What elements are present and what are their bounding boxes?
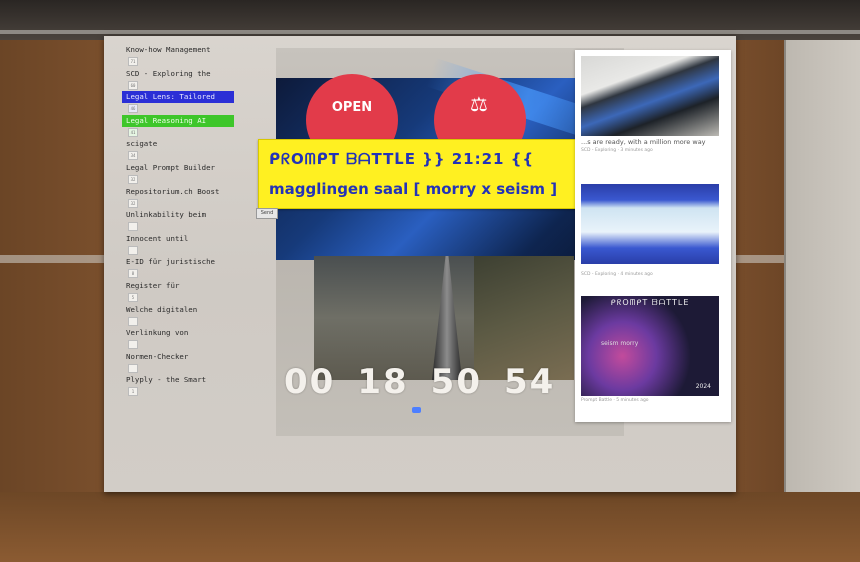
sidebar-item-count: 5 xyxy=(128,292,138,302)
sidebar-item[interactable]: Repositorium.ch Boost 32 xyxy=(122,186,234,210)
poster-names: seism morry xyxy=(601,340,639,347)
projector-screen: OPEN ⚖ 00 18 50 54 Know-how Management 71 SC… xyxy=(104,36,736,492)
chat-message-box: ᑭᖇOᗰᑭT ᗷᗩTTᒪE }} 21:21 {{ magglingen saa… xyxy=(258,139,616,209)
sidebar-item-selected-green[interactable]: Legal Reasoning AI 41 xyxy=(122,114,234,139)
sidebar-item-label: Legal Lens: Tailored xyxy=(122,91,234,104)
sidebar-item[interactable]: Legal Prompt Builder 32 xyxy=(122,162,234,186)
sidebar-item-label: SCD - Exploring the xyxy=(126,68,211,78)
feed-card[interactable]: ...s are ready, with a million more way … xyxy=(581,56,719,153)
ceiling xyxy=(0,0,860,40)
sidebar-item[interactable]: Verlinkung von xyxy=(122,327,234,351)
timer-seconds: 54 xyxy=(503,362,556,402)
scale-icon: ⚖ xyxy=(470,92,488,116)
feed-card-text: ...s are ready, with a million more way xyxy=(581,138,706,146)
sidebar-item-count xyxy=(128,363,138,373)
sidebar-item[interactable]: Know-how Management 71 xyxy=(122,44,234,68)
sidebar-item-label: Innocent until xyxy=(126,233,189,243)
project-sidebar: Know-how Management 71 SCD - Exploring th… xyxy=(122,44,234,398)
sidebar-item[interactable]: Unlinkability beim xyxy=(122,209,234,233)
sidebar-item-count: 41 xyxy=(128,127,138,137)
feed-card[interactable]: ᑭᖇOᗰᑭT ᗷᗩTTᒪE seism morry 2024 Prompt Ba… xyxy=(581,296,719,403)
sidebar-item[interactable]: Register für 5 xyxy=(122,280,234,304)
prompt-battle-poster: ᑭᖇOᗰᑭT ᗷᗩTTᒪE seism morry 2024 xyxy=(581,296,719,396)
timer-minutes: 50 xyxy=(430,362,482,402)
feed-card-meta: Prompt Battle · 5 minutes ago xyxy=(581,398,649,403)
feed-card[interactable]: SCD - Exploring · 4 minutes ago xyxy=(581,184,719,277)
poster-title: ᑭᖇOᗰᑭT ᗷᗩTTᒪE xyxy=(610,298,690,307)
activity-feed: ...s are ready, with a million more way … xyxy=(575,50,731,422)
sidebar-item-label: E-ID für juristische xyxy=(126,257,215,267)
timer-days: 00 xyxy=(284,362,336,402)
sidebar-item[interactable]: SCD - Exploring the 60 xyxy=(122,68,234,92)
send-button[interactable]: Send xyxy=(256,208,278,219)
sidebar-item-count: 8 xyxy=(128,269,138,279)
chat-line-title: ᑭᖇOᗰᑭT ᗷᗩTTᒪE }} 21:21 {{ xyxy=(269,150,535,168)
sidebar-item-count: 34 xyxy=(128,151,138,161)
wall-panel xyxy=(784,40,860,492)
timer-hours: 18 xyxy=(357,362,409,402)
sidebar-item-count: 32 xyxy=(128,174,138,184)
sidebar-item[interactable]: E-ID für juristische 8 xyxy=(122,256,234,280)
sidebar-item-count: 60 xyxy=(128,80,138,90)
sidebar-item-label: Normen-Checker xyxy=(126,351,189,361)
sidebar-item-label: Legal Reasoning AI xyxy=(122,114,234,127)
sidebar-item[interactable]: Plyply - the Smart 1 xyxy=(122,374,234,398)
sidebar-item-selected-blue[interactable]: Legal Lens: Tailored 46 xyxy=(122,91,234,115)
sidebar-item[interactable]: Normen-Checker xyxy=(122,351,234,375)
sidebar-item-label: Welche digitalen xyxy=(126,304,198,314)
sidebar-item-label: scigate xyxy=(126,139,158,149)
sidebar-item[interactable]: Welche digitalen xyxy=(122,304,234,328)
sidebar-item-label: Repositorium.ch Boost xyxy=(126,186,220,196)
sidebar-item-count: 32 xyxy=(128,198,138,208)
sidebar-item-count xyxy=(128,340,138,350)
sidebar-item-label: Unlinkability beim xyxy=(126,210,207,220)
sidebar-item[interactable]: Innocent until xyxy=(122,233,234,257)
lower-wall xyxy=(0,492,860,562)
sidebar-item-count: 71 xyxy=(128,57,138,66)
poster-year: 2024 xyxy=(695,383,711,390)
sidebar-item-count: 1 xyxy=(128,387,138,397)
sidebar-item-count xyxy=(128,222,138,232)
game-screenshot xyxy=(581,184,719,264)
sidebar-item-label: Legal Prompt Builder xyxy=(126,162,215,172)
sidebar-item-count xyxy=(128,316,138,326)
sidebar-item-count: 46 xyxy=(128,104,138,114)
sidebar-item-label: Plyply - the Smart xyxy=(126,375,207,385)
sidebar-item-count xyxy=(128,245,138,255)
laptop-photo xyxy=(581,56,719,136)
sidebar-item-label: Verlinkung von xyxy=(126,328,189,338)
sidebar-item-label: Register für xyxy=(126,280,180,290)
feed-card-meta: SCD - Exploring · 3 minutes ago xyxy=(581,148,653,153)
feed-card-meta: SCD - Exploring · 4 minutes ago xyxy=(581,272,653,277)
chat-line-location: magglingen saal [ morry x seism ] xyxy=(269,180,558,198)
sidebar-item-label: Know-how Management xyxy=(126,45,211,54)
sidebar-item[interactable]: scigate 34 xyxy=(122,138,234,162)
countdown-timer: 00 18 50 54 xyxy=(284,362,584,402)
mouse-cursor xyxy=(412,407,421,413)
